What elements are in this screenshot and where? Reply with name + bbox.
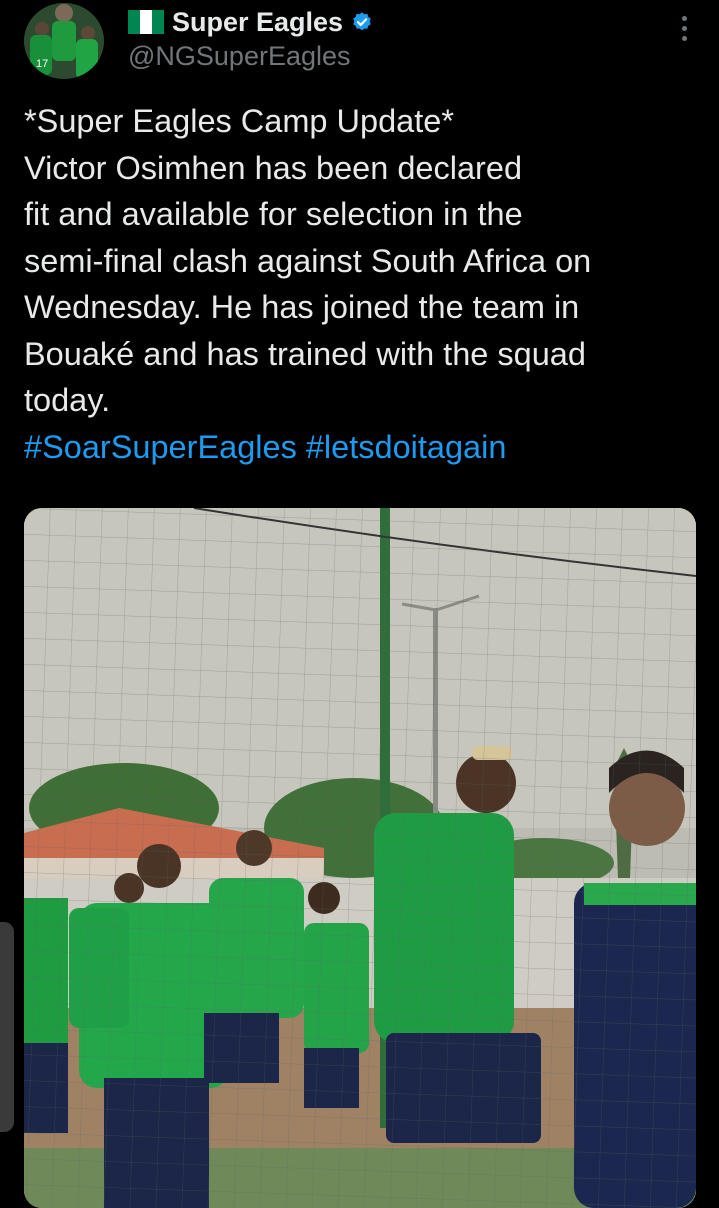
avatar-jersey-number: 17 bbox=[36, 58, 48, 70]
avatar-image: 17 bbox=[24, 3, 104, 79]
tweet-line: Victor Osimhen has been declared bbox=[24, 149, 523, 186]
training-photo bbox=[24, 508, 696, 1208]
tweet-line: Wednesday. He has joined the team in bbox=[24, 289, 580, 325]
tweet-line: Bouaké and has trained with the squad bbox=[24, 335, 586, 372]
name-row: Super Eagles bbox=[128, 4, 373, 40]
hashtag-link[interactable]: #letsdoitagain bbox=[306, 429, 507, 465]
display-name[interactable]: Super Eagles bbox=[172, 7, 343, 38]
scrollbar-handle[interactable] bbox=[0, 922, 14, 1132]
tweet-line: *Super Eagles Camp Update* bbox=[24, 103, 454, 139]
tweet-line: semi-final clash against South Africa on bbox=[24, 242, 592, 279]
tweet-text: *Super Eagles Camp Update* Victor Osimhe… bbox=[24, 98, 704, 470]
more-options-icon[interactable] bbox=[681, 16, 689, 46]
user-handle[interactable]: @NGSuperEagles bbox=[128, 41, 351, 72]
verified-badge-icon bbox=[353, 12, 371, 31]
tweet-line: fit and available for selection in the bbox=[24, 196, 523, 232]
tweet-line: today. bbox=[24, 382, 111, 418]
hashtag-link[interactable]: #SoarSuperEagles bbox=[24, 429, 297, 465]
hashtags: #SoarSuperEagles #letsdoitagain bbox=[24, 424, 704, 471]
avatar[interactable]: 17 bbox=[24, 3, 104, 79]
tweet-header: 17 Super Eagles @NGSuperEagles bbox=[0, 0, 719, 90]
nigeria-flag-icon bbox=[128, 10, 164, 34]
tweet-photo[interactable] bbox=[24, 508, 696, 1208]
